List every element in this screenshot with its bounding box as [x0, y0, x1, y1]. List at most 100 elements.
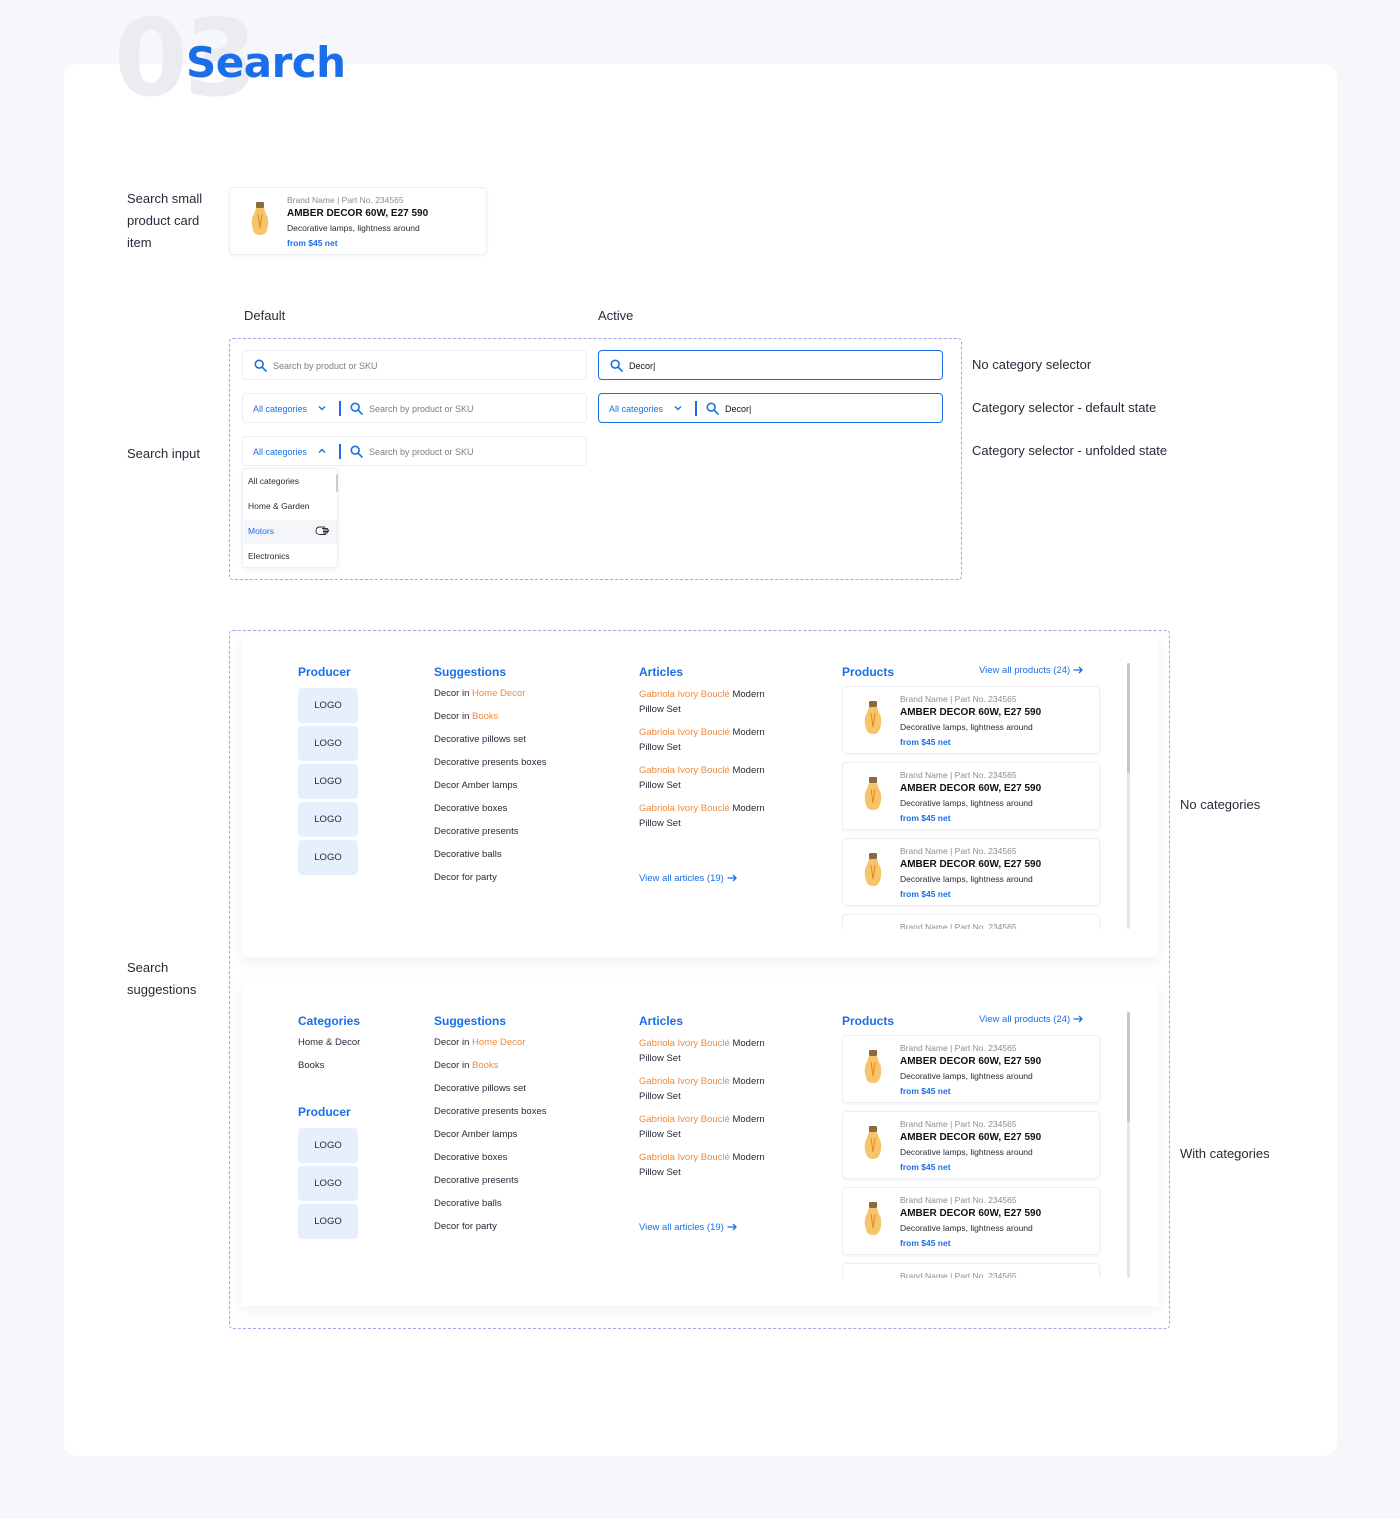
- suggestion-item[interactable]: Decorative balls: [434, 1198, 502, 1209]
- chevron-down-icon[interactable]: [318, 405, 326, 411]
- product-card[interactable]: Brand Name | Part No. 234565 AMBER DECOR…: [842, 1035, 1100, 1103]
- lightbulb-icon: [864, 853, 882, 886]
- suggestion-item[interactable]: Decor in Books: [434, 711, 498, 722]
- chevron-down-icon[interactable]: [674, 405, 682, 411]
- label-cat-unfolded: Category selector - unfolded state: [972, 443, 1168, 458]
- category-item[interactable]: Home & Decor: [298, 1037, 360, 1048]
- suggestion-item[interactable]: Decor for party: [434, 1221, 497, 1232]
- suggestion-item[interactable]: Decor for party: [434, 872, 497, 883]
- dropdown-option-hover[interactable]: Motors: [248, 526, 274, 536]
- suggestion-item[interactable]: Decorative presents: [434, 826, 518, 837]
- suggestion-item[interactable]: Decorative presents boxes: [434, 1106, 546, 1117]
- search-input-category-default[interactable]: All categories Search by product or SKU: [242, 393, 587, 423]
- article-item[interactable]: Gabriola Ivory Bouclé Modern Pillow Set: [639, 725, 789, 755]
- label-no-category: No category selector: [972, 357, 1092, 372]
- product-meta: Brand Name | Part No. 234565: [900, 1119, 1017, 1129]
- search-input-active[interactable]: Decor|: [598, 350, 943, 380]
- product-desc: Decorative lamps, lightness around: [900, 722, 1033, 732]
- product-card[interactable]: Brand Name | Part No. 234565 AMBER DECOR…: [842, 686, 1100, 754]
- producer-logo[interactable]: LOGO: [298, 1204, 358, 1239]
- dropdown-option[interactable]: Home & Garden: [248, 501, 309, 511]
- producer-logo[interactable]: LOGO: [298, 726, 358, 761]
- category-select[interactable]: All categories: [253, 447, 307, 457]
- label-active: Active: [598, 308, 634, 323]
- view-all-articles-link[interactable]: View all articles (19): [639, 873, 737, 884]
- lightbulb-icon: [864, 1050, 882, 1083]
- label-search-suggestions: Search suggestions: [127, 960, 197, 997]
- category-select[interactable]: All categories: [609, 404, 663, 414]
- search-icon: [350, 402, 363, 415]
- suggestion-item[interactable]: Decorative balls: [434, 849, 502, 860]
- dropdown-option[interactable]: All categories: [248, 476, 299, 486]
- product-name: AMBER DECOR 60W, E27 590: [900, 1056, 1042, 1067]
- categories-title: Categories: [298, 1014, 361, 1028]
- suggestion-item[interactable]: Decorative presents boxes: [434, 757, 546, 768]
- lightbulb-icon: [251, 202, 269, 235]
- label-with-categories: With categories: [1180, 1146, 1270, 1161]
- producer-logo[interactable]: LOGO: [298, 840, 358, 875]
- article-item[interactable]: Gabriola Ivory Bouclé Modern Pillow Set: [639, 1150, 789, 1180]
- search-input-category-unfolded[interactable]: All categories Search by product or SKU: [242, 436, 587, 466]
- producer-logo[interactable]: LOGO: [298, 764, 358, 799]
- product-name: AMBER DECOR 60W, E27 590: [900, 1208, 1042, 1219]
- product-card[interactable]: Brand Name | Part No. 234565 AMBER DECOR…: [842, 838, 1100, 906]
- article-item[interactable]: Gabriola Ivory Bouclé Modern Pillow Set: [639, 687, 789, 717]
- suggestion-item[interactable]: Decorative boxes: [434, 1152, 507, 1163]
- article-item[interactable]: Gabriola Ivory Bouclé Modern Pillow Set: [639, 763, 789, 793]
- label-search-input: Search input: [127, 446, 200, 461]
- search-icon: [610, 359, 623, 372]
- category-item[interactable]: Books: [298, 1060, 324, 1071]
- dropdown-scrollbar[interactable]: [336, 474, 338, 492]
- product-card[interactable]: Brand Name | Part No. 234565 AMBER DECOR…: [229, 187, 487, 255]
- producer-logo[interactable]: LOGO: [298, 802, 358, 837]
- article-item[interactable]: Gabriola Ivory Bouclé Modern Pillow Set: [639, 1112, 789, 1142]
- product-card[interactable]: Brand Name | Part No. 234565 AMBER DECOR…: [842, 762, 1100, 830]
- products-scrollbar[interactable]: [1127, 663, 1130, 929]
- product-price: from $45 net: [900, 889, 951, 899]
- view-all-products-link[interactable]: View all products (24): [979, 1014, 1084, 1025]
- producer-logo[interactable]: LOGO: [298, 1166, 358, 1201]
- suggestion-item[interactable]: Decor in Home Decor: [434, 1037, 525, 1048]
- scrollbar-thumb[interactable]: [1127, 663, 1130, 773]
- search-icon: [706, 402, 719, 415]
- article-item[interactable]: Gabriola Ivory Bouclé Modern Pillow Set: [639, 1074, 789, 1104]
- product-meta: Brand Name | Part No. 234565: [900, 694, 1017, 704]
- products-scrollbar[interactable]: [1127, 1012, 1130, 1278]
- article-item[interactable]: Gabriola Ivory Bouclé Modern Pillow Set: [639, 801, 789, 831]
- dropdown-option[interactable]: Electronics: [248, 551, 290, 561]
- view-all-articles-link[interactable]: View all articles (19): [639, 1222, 737, 1233]
- label-no-categories: No categories: [1180, 797, 1261, 812]
- suggestion-item[interactable]: Decorative boxes: [434, 803, 507, 814]
- suggestion-item[interactable]: Decorative pillows set: [434, 1083, 526, 1094]
- product-card[interactable]: Brand Name | Part No. 234565: [842, 914, 1100, 929]
- suggestion-item[interactable]: Decorative presents: [434, 1175, 518, 1186]
- product-price: from $45 net: [900, 813, 951, 823]
- category-select[interactable]: All categories: [253, 404, 307, 414]
- product-meta: Brand Name | Part No. 234565: [287, 195, 404, 205]
- product-name: AMBER DECOR 60W, E27 590: [900, 707, 1042, 718]
- chevron-up-icon[interactable]: [318, 448, 326, 454]
- suggestion-item[interactable]: Decor in Books: [434, 1060, 498, 1071]
- divider: [339, 444, 341, 459]
- article-item[interactable]: Gabriola Ivory Bouclé Modern Pillow Set: [639, 1036, 789, 1066]
- product-card[interactable]: Brand Name | Part No. 234565: [842, 1263, 1100, 1278]
- producer-logo[interactable]: LOGO: [298, 1128, 358, 1163]
- lightbulb-icon: [864, 1202, 882, 1235]
- product-meta: Brand Name | Part No. 234565: [900, 1271, 1017, 1278]
- producer-logo[interactable]: LOGO: [298, 688, 358, 723]
- divider: [695, 401, 697, 416]
- product-meta: Brand Name | Part No. 234565: [900, 1043, 1017, 1053]
- product-card[interactable]: Brand Name | Part No. 234565 AMBER DECOR…: [842, 1187, 1100, 1255]
- scrollbar-thumb[interactable]: [1127, 1012, 1130, 1122]
- product-meta: Brand Name | Part No. 234565: [900, 846, 1017, 856]
- search-input-category-active[interactable]: All categories Decor|: [598, 393, 943, 423]
- view-all-products-link[interactable]: View all products (24): [979, 665, 1084, 676]
- search-input-default[interactable]: Search by product or SKU: [242, 350, 587, 380]
- suggestion-item[interactable]: Decor Amber lamps: [434, 1129, 517, 1140]
- suggestion-item[interactable]: Decor in Home Decor: [434, 688, 525, 699]
- product-name: AMBER DECOR 60W, E27 590: [900, 859, 1042, 870]
- suggestions-panel-no-categories: Producer LOGO LOGO LOGO LOGO LOGO Sugges…: [242, 632, 1158, 957]
- suggestion-item[interactable]: Decor Amber lamps: [434, 780, 517, 791]
- suggestion-item[interactable]: Decorative pillows set: [434, 734, 526, 745]
- product-card[interactable]: Brand Name | Part No. 234565 AMBER DECOR…: [842, 1111, 1100, 1179]
